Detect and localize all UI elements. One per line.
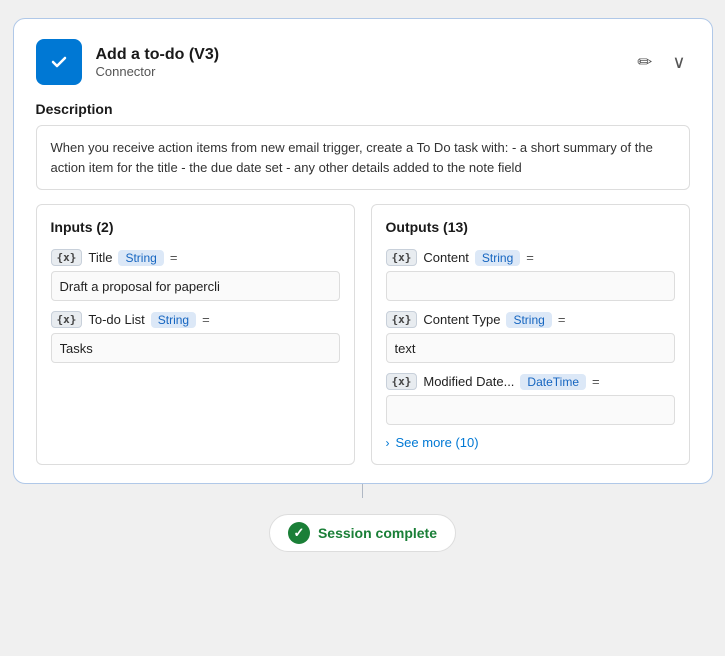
- connector-card: Add a to-do (V3) Connector ✏ ∨ Descripti…: [13, 18, 713, 484]
- chevron-right-icon: ›: [386, 436, 390, 450]
- input-todolist-equals: =: [202, 312, 210, 327]
- edit-button[interactable]: ✏: [633, 50, 656, 75]
- input-title-type: String: [118, 250, 163, 266]
- input-todolist-type: String: [151, 312, 196, 328]
- description-box: When you receive action items from new e…: [36, 125, 690, 190]
- header-titles: Add a to-do (V3) Connector: [96, 46, 220, 79]
- output-contenttype-field[interactable]: [386, 333, 675, 363]
- session-complete-label: Session complete: [318, 525, 437, 541]
- output-moddate-label-row: {x} Modified Date... DateTime =: [386, 373, 675, 390]
- session-complete-pill: ✓ Session complete: [269, 514, 456, 552]
- inputs-column: Inputs (2) {x} Title String = {x} To-do …: [36, 204, 355, 465]
- description-title: Description: [36, 101, 690, 117]
- outputs-column: Outputs (13) {x} Content String = {x} Co…: [371, 204, 690, 465]
- input-field-todolist: {x} To-do List String =: [51, 311, 340, 363]
- output-content-field[interactable]: [386, 271, 675, 301]
- input-title-name: Title: [88, 250, 112, 265]
- output-field-modified-date: {x} Modified Date... DateTime =: [386, 373, 675, 425]
- output-content-label-row: {x} Content String =: [386, 249, 675, 266]
- output-moddate-var-badge: {x}: [386, 373, 418, 390]
- input-todolist-var-badge: {x}: [51, 311, 83, 328]
- output-field-content-type: {x} Content Type String =: [386, 311, 675, 363]
- output-content-var-badge: {x}: [386, 249, 418, 266]
- card-header: Add a to-do (V3) Connector ✏ ∨: [36, 39, 690, 85]
- output-contenttype-equals: =: [558, 312, 566, 327]
- connector-line-bottom: [362, 484, 363, 498]
- output-contenttype-type: String: [506, 312, 551, 328]
- app-icon: [36, 39, 82, 85]
- output-moddate-equals: =: [592, 374, 600, 389]
- card-subtitle: Connector: [96, 64, 220, 79]
- output-content-type: String: [475, 250, 520, 266]
- description-text: When you receive action items from new e…: [51, 140, 653, 175]
- output-moddate-field[interactable]: [386, 395, 675, 425]
- check-circle-icon: ✓: [288, 522, 310, 544]
- inputs-title: Inputs (2): [51, 219, 340, 235]
- output-contenttype-var-badge: {x}: [386, 311, 418, 328]
- card-title: Add a to-do (V3): [96, 46, 220, 64]
- output-field-content: {x} Content String =: [386, 249, 675, 301]
- input-todolist-field[interactable]: [51, 333, 340, 363]
- io-section: Inputs (2) {x} Title String = {x} To-do …: [36, 204, 690, 465]
- see-more-button[interactable]: › See more (10): [386, 435, 675, 450]
- output-moddate-type: DateTime: [520, 374, 586, 390]
- input-field-title: {x} Title String =: [51, 249, 340, 301]
- input-title-var-badge: {x}: [51, 249, 83, 266]
- input-title-label-row: {x} Title String =: [51, 249, 340, 266]
- output-content-equals: =: [526, 250, 534, 265]
- header-left: Add a to-do (V3) Connector: [36, 39, 220, 85]
- output-content-name: Content: [423, 250, 469, 265]
- expand-button[interactable]: ∨: [668, 50, 689, 75]
- input-title-equals: =: [170, 250, 178, 265]
- outputs-title: Outputs (13): [386, 219, 675, 235]
- header-actions[interactable]: ✏ ∨: [633, 50, 689, 75]
- session-complete-bar: ✓ Session complete: [269, 514, 456, 552]
- output-contenttype-name: Content Type: [423, 312, 500, 327]
- see-more-label: See more (10): [396, 435, 479, 450]
- input-title-field[interactable]: [51, 271, 340, 301]
- output-contenttype-label-row: {x} Content Type String =: [386, 311, 675, 328]
- output-moddate-name: Modified Date...: [423, 374, 514, 389]
- input-todolist-label-row: {x} To-do List String =: [51, 311, 340, 328]
- input-todolist-name: To-do List: [88, 312, 144, 327]
- description-section: Description When you receive action item…: [36, 101, 690, 190]
